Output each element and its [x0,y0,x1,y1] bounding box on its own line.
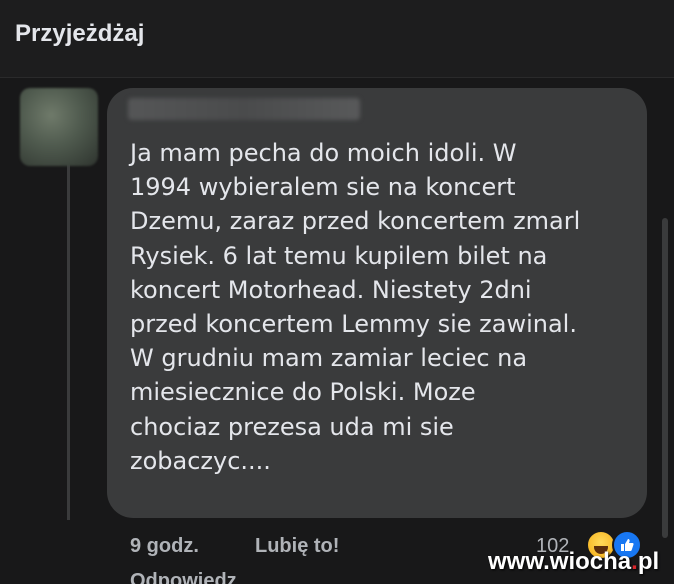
thread-line [67,140,70,520]
comment-text: Ja mam pecha do moich idoli. W 1994 wybi… [130,139,581,475]
avatar[interactable] [20,88,98,166]
watermark-dot: . [631,548,638,575]
reply-button[interactable]: Odpowiedz [130,570,237,584]
watermark: www.wiocha.pl [488,548,659,576]
watermark-suffix: pl [637,548,660,575]
scrollbar[interactable] [662,218,668,538]
like-button[interactable]: Lubię to! [255,535,339,558]
page-title: Przyjeżdżaj [15,20,145,47]
watermark-prefix: www.wiocha [488,548,632,575]
app-header: Przyjeżdżaj [0,0,674,78]
author-name-blurred[interactable] [128,98,360,120]
comment-timestamp[interactable]: 9 godz. [130,535,199,558]
